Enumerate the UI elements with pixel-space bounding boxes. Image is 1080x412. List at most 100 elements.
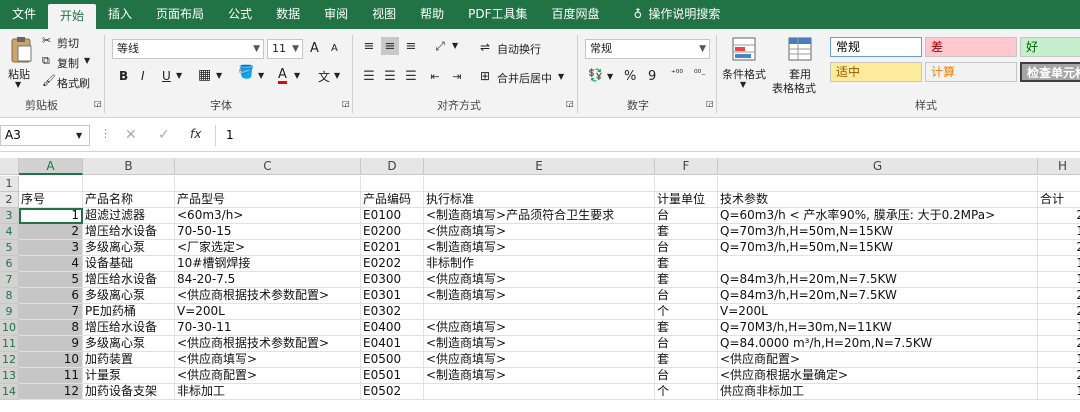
cell-H5[interactable]: 2 [1038, 240, 1080, 256]
cell-A4[interactable]: 2 [19, 224, 83, 240]
align-right-icon[interactable]: ☰ [402, 67, 420, 85]
cell-B2[interactable]: 产品名称 [83, 192, 175, 208]
cell-H1[interactable] [1038, 176, 1080, 192]
cell-F11[interactable]: 台 [655, 336, 718, 352]
cell-D5[interactable]: E0201 [361, 240, 424, 256]
cell-F9[interactable]: 个 [655, 304, 718, 320]
percent-button[interactable]: % [624, 69, 636, 84]
increase-decimal-icon[interactable]: ⁺⁰⁰ [671, 69, 683, 79]
number-format-combo[interactable]: 常规 ▼ [585, 39, 710, 59]
column-header-H[interactable]: H [1038, 158, 1080, 175]
cell-A14[interactable]: 12 [19, 384, 83, 400]
cell-G1[interactable] [718, 176, 1038, 192]
cell-G11[interactable]: Q=84.0000 m³/h,H=20m,N=7.5KW [718, 336, 1038, 352]
cell-E6[interactable]: 非标制作 [424, 256, 655, 272]
cell-D1[interactable] [361, 176, 424, 192]
spreadsheet-grid[interactable]: A B C D E F G H 1 2 序号 产品名称 产品型号 产品编码 执行标准 计量单位 技术参数 合计 3 1… [0, 152, 1080, 412]
cell-H8[interactable]: 2 [1038, 288, 1080, 304]
row-header-1[interactable]: 1 [0, 176, 19, 192]
cell-B14[interactable]: 加药设备支架 [83, 384, 175, 400]
format-as-table-button-line2[interactable]: 表格格式 [772, 80, 816, 96]
border-dropdown-icon[interactable]: ▼ [216, 71, 222, 80]
cell-G5[interactable]: Q=70m3/h,H=50m,N=15KW [718, 240, 1038, 256]
cell-C11[interactable]: <供应商根据技术参数配置> [175, 336, 361, 352]
row-header-11[interactable]: 11 [0, 336, 19, 352]
row-header-8[interactable]: 8 [0, 288, 19, 304]
cell-A3[interactable]: 1 [19, 208, 83, 224]
cell-G4[interactable]: Q=70m3/h,H=50m,N=15KW [718, 224, 1038, 240]
cell-E1[interactable] [424, 176, 655, 192]
orientation-icon[interactable]: ⤢ [430, 37, 450, 55]
format-painter-icon[interactable]: 🖌 [42, 74, 56, 87]
cell-C7[interactable]: 84-20-7.5 [175, 272, 361, 288]
cell-G7[interactable]: Q=84m3/h,H=20m,N=7.5KW [718, 272, 1038, 288]
wrap-text-icon[interactable]: ⇌ [480, 40, 490, 54]
cell-A6[interactable]: 4 [19, 256, 83, 272]
clipboard-launcher-icon[interactable]: ◲ [94, 99, 102, 108]
currency-icon[interactable]: 💱 [588, 68, 603, 82]
cell-F13[interactable]: 台 [655, 368, 718, 384]
bold-button[interactable]: B [119, 69, 128, 83]
paste-icon[interactable] [8, 35, 34, 65]
tab-3[interactable]: 页面布局 [144, 0, 216, 29]
cell-G10[interactable]: Q=70M3/h,H=30m,N=11KW [718, 320, 1038, 336]
cell-C9[interactable]: V=200L [175, 304, 361, 320]
number-launcher-icon[interactable]: ◲ [706, 99, 714, 108]
row-header-10[interactable]: 10 [0, 320, 19, 336]
cell-D8[interactable]: E0301 [361, 288, 424, 304]
cell-F12[interactable]: 套 [655, 352, 718, 368]
cell-H7[interactable]: 1 [1038, 272, 1080, 288]
currency-dropdown-icon[interactable]: ▼ [607, 72, 613, 81]
cell-H9[interactable]: 2 [1038, 304, 1080, 320]
row-header-5[interactable]: 5 [0, 240, 19, 256]
cell-A9[interactable]: 7 [19, 304, 83, 320]
column-header-G[interactable]: G [718, 158, 1038, 175]
column-header-E[interactable]: E [424, 158, 655, 175]
font-launcher-icon[interactable]: ◲ [342, 99, 350, 108]
name-box-dropdown-icon[interactable]: ▼ [76, 131, 82, 140]
cell-B1[interactable] [83, 176, 175, 192]
copy-button[interactable]: 复制 [57, 55, 79, 71]
row-header-9[interactable]: 9 [0, 304, 19, 320]
cell-G8[interactable]: Q=84m3/h,H=20m,N=7.5KW [718, 288, 1038, 304]
row-header-6[interactable]: 6 [0, 256, 19, 272]
confirm-entry-icon[interactable]: ✓ [158, 127, 170, 143]
cell-B12[interactable]: 加药装置 [83, 352, 175, 368]
cell-H2[interactable]: 合计 [1038, 192, 1080, 208]
cell-A11[interactable]: 9 [19, 336, 83, 352]
decrease-indent-icon[interactable]: ⇤ [426, 67, 444, 85]
align-left-icon[interactable]: ☰ [360, 67, 378, 85]
cell-style-5[interactable]: 检查单元格 [1020, 62, 1080, 82]
merge-center-button[interactable]: 合并后居中 [497, 70, 552, 86]
cell-E10[interactable]: <供应商填写> [424, 320, 655, 336]
cell-style-3[interactable]: 适中 [830, 62, 922, 82]
cell-B10[interactable]: 增压给水设备 [83, 320, 175, 336]
cell-B7[interactable]: 增压给水设备 [83, 272, 175, 288]
paste-dropdown-icon[interactable]: ▼ [15, 80, 21, 89]
cell-style-0[interactable]: 常规 [830, 37, 922, 57]
conditional-format-dropdown-icon[interactable]: ▼ [740, 80, 746, 89]
cell-C2[interactable]: 产品型号 [175, 192, 361, 208]
decrease-decimal-icon[interactable]: ⁰⁰₋ [694, 69, 706, 79]
cell-D2[interactable]: 产品编码 [361, 192, 424, 208]
cell-A13[interactable]: 11 [19, 368, 83, 384]
increase-indent-icon[interactable]: ⇥ [448, 67, 466, 85]
fill-color-dropdown-icon[interactable]: ▼ [258, 71, 264, 80]
cell-E7[interactable]: <供应商填写> [424, 272, 655, 288]
cell-G2[interactable]: 技术参数 [718, 192, 1038, 208]
cell-F2[interactable]: 计量单位 [655, 192, 718, 208]
cell-B11[interactable]: 多级离心泵 [83, 336, 175, 352]
cell-G3[interactable]: Q=60m3/h < 产水率90%, 膜承压: 大于0.2MPa> [718, 208, 1038, 224]
cell-B5[interactable]: 多级离心泵 [83, 240, 175, 256]
column-header-D[interactable]: D [361, 158, 424, 175]
align-middle-icon[interactable]: ≡ [381, 37, 399, 55]
cell-A7[interactable]: 5 [19, 272, 83, 288]
formula-input[interactable]: 1 [215, 125, 1080, 146]
cell-E14[interactable] [424, 384, 655, 400]
orientation-dropdown-icon[interactable]: ▼ [452, 41, 458, 50]
tab-6[interactable]: 审阅 [312, 0, 360, 29]
cell-D10[interactable]: E0400 [361, 320, 424, 336]
column-header-F[interactable]: F [655, 158, 718, 175]
cell-E2[interactable]: 执行标准 [424, 192, 655, 208]
align-top-icon[interactable]: ≡ [360, 37, 378, 55]
